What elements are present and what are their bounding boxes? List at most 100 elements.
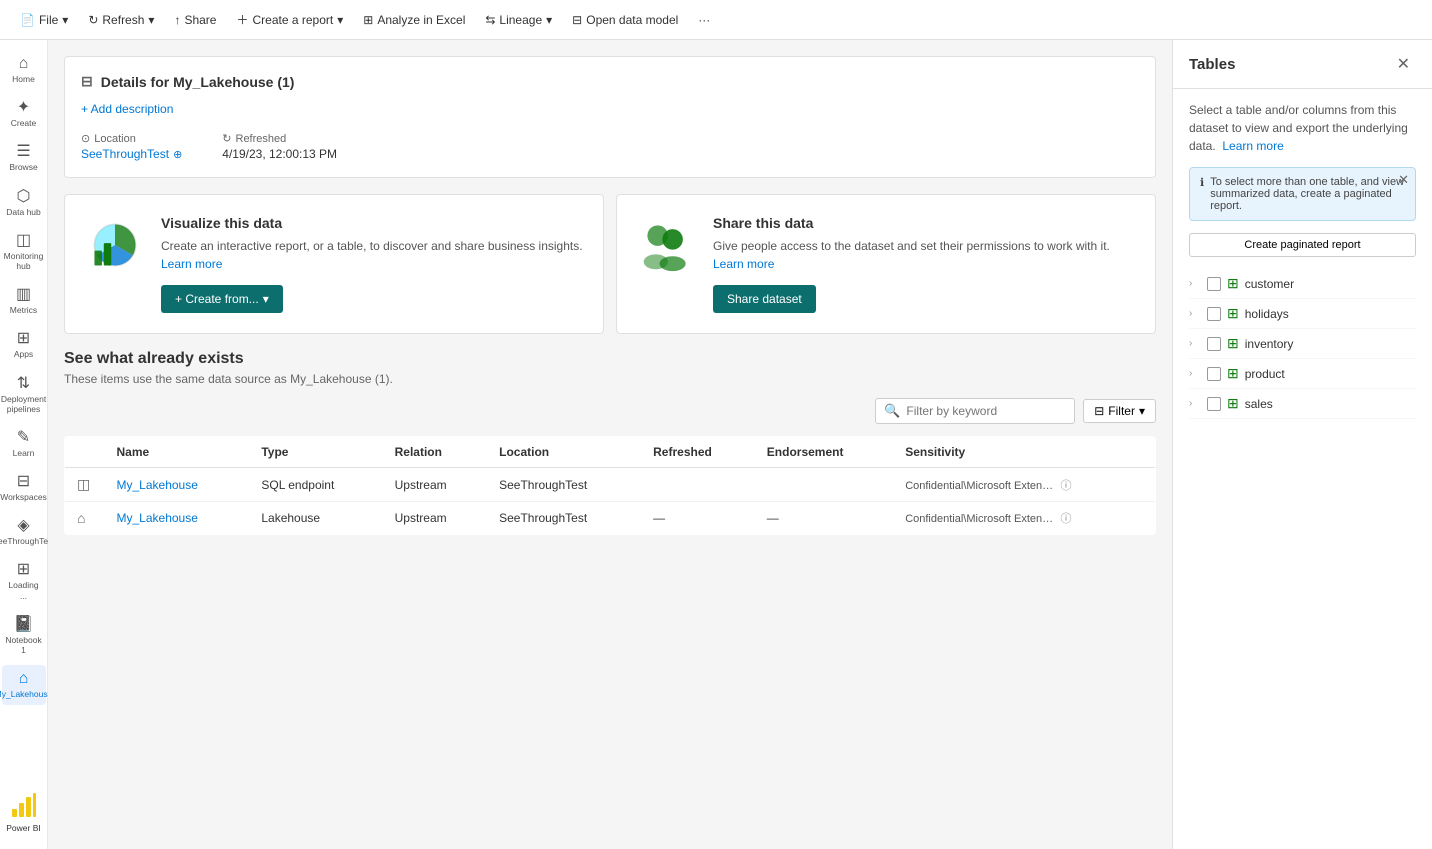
existing-section: See what already exists These items use … — [64, 350, 1156, 535]
right-panel-body: Select a table and/or columns from this … — [1173, 89, 1432, 849]
table-checkbox[interactable] — [1207, 367, 1221, 381]
open-data-model-button[interactable]: ⊟ Open data model — [564, 9, 686, 31]
toolbar: 📄 File ▾ ↻ Refresh ▾ ↑ Share ＋ Create a … — [0, 0, 1432, 40]
table-row: ◫ My_Lakehouse SQL endpoint Upstream See… — [65, 468, 1156, 502]
create-report-button[interactable]: ＋ Create a report ▾ — [228, 7, 351, 32]
sidebar-label-metrics: Metrics — [10, 305, 37, 315]
refresh-icon: ↻ — [88, 13, 98, 27]
sidebar-item-seethrough[interactable]: ◈ SeeThroughTest — [2, 512, 46, 552]
lineage-label: Lineage — [499, 13, 542, 27]
sensitivity-info-icon[interactable]: ⓘ — [1060, 513, 1071, 525]
sidebar-item-home[interactable]: ⌂ Home — [2, 50, 46, 90]
visualize-learn-more[interactable]: Learn more — [161, 257, 222, 271]
right-panel-learn-more[interactable]: Learn more — [1222, 139, 1283, 153]
row-type-cell: SQL endpoint — [249, 468, 382, 502]
col-sensitivity: Sensitivity — [893, 437, 1155, 468]
filter-chevron: ▾ — [1139, 404, 1145, 418]
share-title: Share this data — [713, 215, 1135, 231]
mylakehouse-icon: ⌂ — [19, 671, 29, 687]
lineage-button[interactable]: ⇆ Lineage ▾ — [477, 9, 560, 31]
table-list-item[interactable]: › ⊞ holidays — [1189, 299, 1416, 329]
location-label: ⊙ Location — [81, 132, 182, 145]
lineage-chevron: ▾ — [546, 13, 552, 27]
table-name-label: product — [1245, 367, 1285, 381]
sidebar-label-notebook: Notebook 1 — [5, 635, 41, 655]
location-icon: ⊙ — [81, 132, 90, 145]
table-checkbox[interactable] — [1207, 397, 1221, 411]
sidebar-item-browse[interactable]: ☰ Browse — [2, 138, 46, 178]
visualize-desc: Create an interactive report, or a table… — [161, 237, 583, 273]
info-box-text: To select more than one table, and view … — [1210, 176, 1405, 212]
sidebar-label-apps: Apps — [14, 349, 33, 359]
table-list-item[interactable]: › ⊞ sales — [1189, 389, 1416, 419]
info-box-close-button[interactable]: ✕ — [1398, 172, 1409, 188]
right-panel-close-button[interactable]: ✕ — [1391, 52, 1416, 76]
analyze-excel-icon: ⊞ — [363, 13, 373, 27]
sidebar-label-home: Home — [12, 74, 35, 84]
analyze-excel-label: Analyze in Excel — [377, 13, 465, 27]
refreshed-meta: ↻ Refreshed 4/19/23, 12:00:13 PM — [222, 132, 337, 161]
table-grid-icon: ⊞ — [1227, 335, 1239, 352]
row-type-icon: ◫ — [77, 476, 90, 492]
search-input[interactable] — [906, 404, 1066, 418]
create-from-chevron: ▾ — [263, 292, 269, 306]
visualize-card: Visualize this data Create an interactiv… — [64, 194, 604, 334]
table-list-item[interactable]: › ⊞ inventory — [1189, 329, 1416, 359]
create-from-button[interactable]: + Create from... ▾ — [161, 285, 283, 313]
share-card-body: Share this data Give people access to th… — [713, 215, 1135, 313]
content-area: ⊟ Details for My_Lakehouse (1) + Add des… — [48, 40, 1172, 849]
refreshed-icon: ↻ — [222, 132, 231, 145]
info-box: ℹ To select more than one table, and vie… — [1189, 167, 1416, 221]
sidebar-item-apps[interactable]: ⊞ Apps — [2, 325, 46, 365]
sidebar: ⌂ Home ✦ Create ☰ Browse ⬡ Data hub ◫ Mo… — [0, 40, 48, 849]
analyze-excel-button[interactable]: ⊞ Analyze in Excel — [355, 9, 473, 31]
row-relation-cell: Upstream — [383, 468, 487, 502]
more-options-button[interactable]: ··· — [690, 9, 718, 31]
row-sensitivity-cell: Confidential\Microsoft Exten… ⓘ — [893, 502, 1155, 535]
sidebar-label-create: Create — [11, 118, 37, 128]
share-learn-more[interactable]: Learn more — [713, 257, 774, 271]
sidebar-item-notebook[interactable]: 📓 Notebook 1 — [2, 611, 46, 661]
file-chevron: ▾ — [62, 13, 68, 27]
file-button[interactable]: 📄 File ▾ — [12, 9, 76, 31]
sidebar-item-datahub[interactable]: ⬡ Data hub — [2, 183, 46, 223]
table-list-item[interactable]: › ⊞ product — [1189, 359, 1416, 389]
sidebar-label-datahub: Data hub — [6, 207, 41, 217]
sidebar-label-loading: Loading ... — [6, 580, 42, 600]
sidebar-item-learn[interactable]: ✎ Learn — [2, 424, 46, 464]
table-checkbox[interactable] — [1207, 277, 1221, 291]
table-name-label: inventory — [1245, 337, 1294, 351]
row-icon-cell: ◫ — [65, 468, 105, 502]
sidebar-label-workspaces: Workspaces — [0, 492, 47, 502]
share-button[interactable]: ↑ Share — [166, 9, 224, 31]
share-people-icon — [637, 215, 697, 275]
section-subtitle: These items use the same data source as … — [64, 372, 1156, 386]
row-refreshed-cell: — — [641, 502, 755, 535]
table-chevron-icon: › — [1189, 368, 1201, 379]
sensitivity-info-icon[interactable]: ⓘ — [1060, 480, 1071, 492]
location-value[interactable]: SeeThroughTest ⊕ — [81, 147, 182, 161]
refresh-button[interactable]: ↻ Refresh ▾ — [80, 9, 162, 31]
search-icon: 🔍 — [884, 403, 900, 419]
sidebar-item-workspaces[interactable]: ⊟ Workspaces — [2, 468, 46, 508]
file-icon: 📄 — [20, 13, 35, 27]
sidebar-item-monitoring[interactable]: ◫ Monitoring hub — [2, 227, 46, 277]
share-dataset-button[interactable]: Share dataset — [713, 285, 816, 313]
file-label: File — [39, 13, 58, 27]
sidebar-item-metrics[interactable]: ▥ Metrics — [2, 281, 46, 321]
create-paginated-report-button[interactable]: Create paginated report — [1189, 233, 1416, 257]
sidebar-item-deployment[interactable]: ⇅ Deployment pipelines — [2, 370, 46, 420]
add-description-btn[interactable]: + Add description — [81, 102, 1139, 116]
sidebar-item-loading[interactable]: ⊞ Loading ... — [2, 556, 46, 606]
sidebar-item-create[interactable]: ✦ Create — [2, 94, 46, 134]
sidebar-item-mylakehouse[interactable]: ⌂ My_Lakehouse — [2, 665, 46, 705]
details-header-icon: ⊟ — [81, 73, 93, 90]
table-checkbox[interactable] — [1207, 337, 1221, 351]
details-title: Details for My_Lakehouse (1) — [101, 74, 295, 90]
section-title: See what already exists — [64, 350, 1156, 368]
learn-icon: ✎ — [17, 430, 30, 446]
table-list-item[interactable]: › ⊞ customer — [1189, 269, 1416, 299]
table-checkbox[interactable] — [1207, 307, 1221, 321]
filter-button[interactable]: ⊟ Filter ▾ — [1083, 399, 1156, 423]
sidebar-label-mylakehouse: My_Lakehouse — [0, 689, 52, 699]
